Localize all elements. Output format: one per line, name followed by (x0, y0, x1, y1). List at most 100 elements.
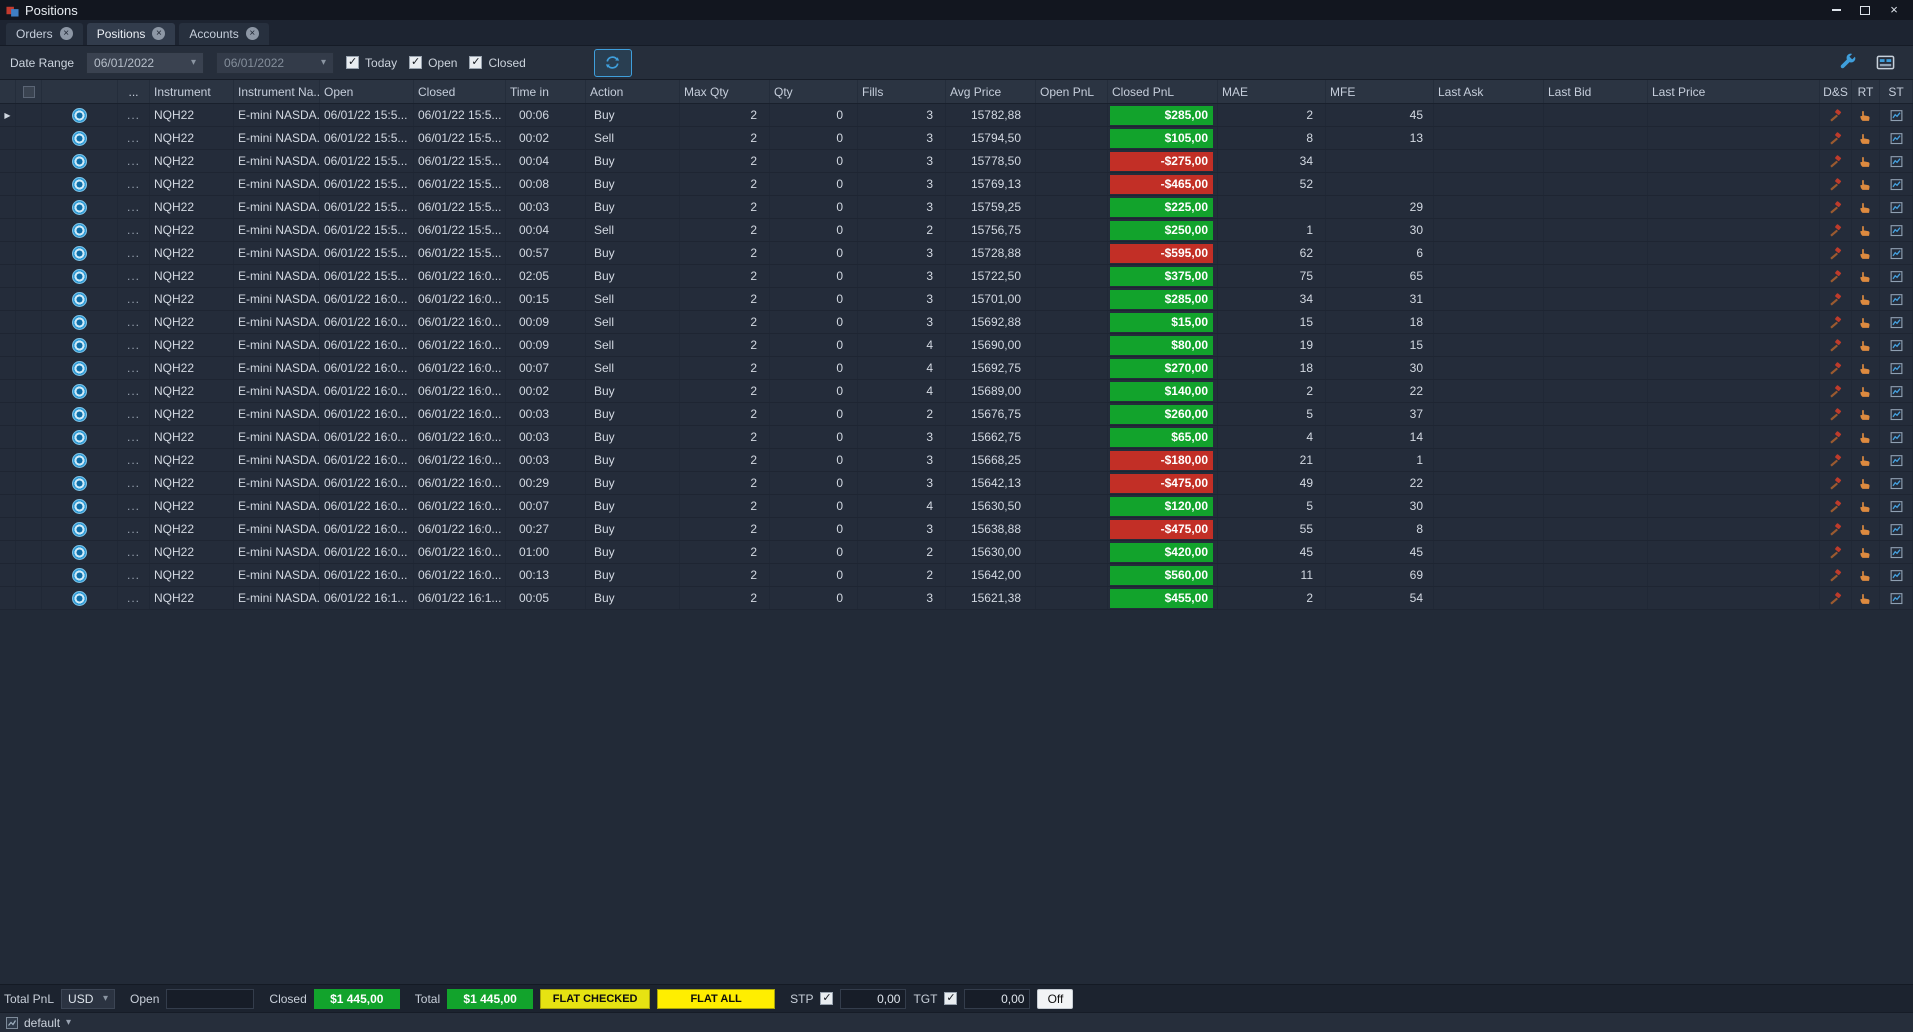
position-target-icon[interactable] (72, 176, 87, 192)
column-header-closed-pnl[interactable]: Closed PnL (1108, 80, 1218, 103)
st-button[interactable] (1880, 173, 1913, 195)
row-target-cell[interactable] (42, 495, 118, 517)
row-target-cell[interactable] (42, 150, 118, 172)
st-button[interactable] (1880, 311, 1913, 333)
rt-button[interactable] (1852, 242, 1880, 264)
open-pnl-input[interactable] (166, 988, 255, 1009)
position-target-icon[interactable] (72, 498, 87, 514)
st-button[interactable] (1880, 587, 1913, 609)
st-button[interactable] (1880, 334, 1913, 356)
dom-button[interactable] (1820, 173, 1852, 195)
position-row[interactable]: ... NQH22 E-mini NASDA... 06/01/22 16:0... 0… (0, 380, 1913, 403)
column-header-instrument[interactable]: Instrument (150, 80, 234, 103)
row-select-cell[interactable] (16, 311, 42, 333)
row-menu-button[interactable]: ... (118, 541, 150, 563)
tgt-checkbox[interactable]: ✓ (944, 992, 958, 1005)
position-target-icon[interactable] (72, 291, 87, 307)
row-menu-button[interactable]: ... (118, 127, 150, 149)
row-select-cell[interactable] (16, 265, 42, 287)
column-header-avg-price[interactable]: Avg Price (946, 80, 1036, 103)
row-menu-button[interactable]: ... (118, 173, 150, 195)
rt-button[interactable] (1852, 541, 1880, 563)
row-target-cell[interactable] (42, 265, 118, 287)
row-target-cell[interactable] (42, 173, 118, 195)
position-target-icon[interactable] (72, 245, 87, 261)
rt-button[interactable] (1852, 196, 1880, 218)
position-row[interactable]: ... NQH22 E-mini NASDA... 06/01/22 16:0... 0… (0, 495, 1913, 518)
st-button[interactable] (1880, 380, 1913, 402)
rt-button[interactable] (1852, 449, 1880, 471)
row-select-cell[interactable] (16, 472, 42, 494)
column-header-row-marker[interactable] (0, 80, 16, 103)
close-button[interactable]: × (1887, 3, 1901, 17)
column-header-last-ask[interactable]: Last Ask (1434, 80, 1544, 103)
row-target-cell[interactable] (42, 104, 118, 126)
column-header-max-qty[interactable]: Max Qty (680, 80, 770, 103)
row-menu-button[interactable]: ... (118, 518, 150, 540)
row-target-cell[interactable] (42, 518, 118, 540)
position-row[interactable]: ... NQH22 E-mini NASDA... 06/01/22 16:0... 0… (0, 403, 1913, 426)
row-select-cell[interactable] (16, 104, 42, 126)
row-menu-button[interactable]: ... (118, 288, 150, 310)
row-target-cell[interactable] (42, 242, 118, 264)
st-button[interactable] (1880, 495, 1913, 517)
row-menu-button[interactable]: ... (118, 472, 150, 494)
position-target-icon[interactable] (72, 590, 87, 606)
row-menu-button[interactable]: ... (118, 311, 150, 333)
row-select-cell[interactable] (16, 334, 42, 356)
row-target-cell[interactable] (42, 449, 118, 471)
flat-all-button[interactable]: FLAT ALL (657, 988, 776, 1009)
position-row[interactable]: ▶... NQH22 E-mini NASDA... 06/01/22 15:5...… (0, 104, 1913, 127)
minimize-button[interactable] (1829, 3, 1843, 17)
st-button[interactable] (1880, 104, 1913, 126)
row-menu-button[interactable]: ... (118, 449, 150, 471)
tab-close-icon[interactable]: × (59, 27, 73, 40)
position-target-icon[interactable] (72, 314, 87, 330)
dom-button[interactable] (1820, 127, 1852, 149)
row-select-cell[interactable] (16, 288, 42, 310)
st-button[interactable] (1880, 219, 1913, 241)
dom-button[interactable] (1820, 265, 1852, 287)
dom-button[interactable] (1820, 334, 1852, 356)
dom-button[interactable] (1820, 472, 1852, 494)
rt-button[interactable] (1852, 173, 1880, 195)
position-target-icon[interactable] (72, 406, 87, 422)
row-menu-button[interactable]: ... (118, 495, 150, 517)
column-header-action[interactable]: Action (586, 80, 680, 103)
layout-button[interactable] (1876, 53, 1895, 72)
row-menu-button[interactable]: ... (118, 265, 150, 287)
column-header-qty[interactable]: Qty (770, 80, 858, 103)
row-menu-button[interactable]: ... (118, 426, 150, 448)
position-row[interactable]: ... NQH22 E-mini NASDA... 06/01/22 15:5... 0… (0, 196, 1913, 219)
column-header-last-price[interactable]: Last Price (1648, 80, 1820, 103)
row-target-cell[interactable] (42, 587, 118, 609)
position-row[interactable]: ... NQH22 E-mini NASDA... 06/01/22 15:5... 0… (0, 127, 1913, 150)
position-row[interactable]: ... NQH22 E-mini NASDA... 06/01/22 16:0... 0… (0, 311, 1913, 334)
dom-button[interactable] (1820, 403, 1852, 425)
column-header-dns[interactable]: D&S (1820, 80, 1852, 103)
position-row[interactable]: ... NQH22 E-mini NASDA... 06/01/22 15:5... 0… (0, 265, 1913, 288)
position-target-icon[interactable] (72, 268, 87, 284)
row-menu-button[interactable]: ... (118, 242, 150, 264)
position-target-icon[interactable] (72, 544, 87, 560)
off-button[interactable]: Off (1037, 988, 1074, 1009)
position-target-icon[interactable] (72, 521, 87, 537)
position-target-icon[interactable] (72, 383, 87, 399)
st-button[interactable] (1880, 449, 1913, 471)
rt-button[interactable] (1852, 357, 1880, 379)
row-select-cell[interactable] (16, 541, 42, 563)
stp-input[interactable] (840, 988, 907, 1009)
dom-button[interactable] (1820, 541, 1852, 563)
row-select-cell[interactable] (16, 449, 42, 471)
tab-orders[interactable]: Orders × (6, 22, 83, 45)
position-row[interactable]: ... NQH22 E-mini NASDA... 06/01/22 16:0... 0… (0, 357, 1913, 380)
tgt-input[interactable] (964, 988, 1031, 1009)
position-row[interactable]: ... NQH22 E-mini NASDA... 06/01/22 16:0... 0… (0, 288, 1913, 311)
st-button[interactable] (1880, 357, 1913, 379)
tab-close-icon[interactable]: × (152, 27, 166, 40)
row-target-cell[interactable] (42, 564, 118, 586)
rt-button[interactable] (1852, 495, 1880, 517)
tab-positions[interactable]: Positions × (86, 22, 176, 45)
st-button[interactable] (1880, 518, 1913, 540)
rt-button[interactable] (1852, 426, 1880, 448)
